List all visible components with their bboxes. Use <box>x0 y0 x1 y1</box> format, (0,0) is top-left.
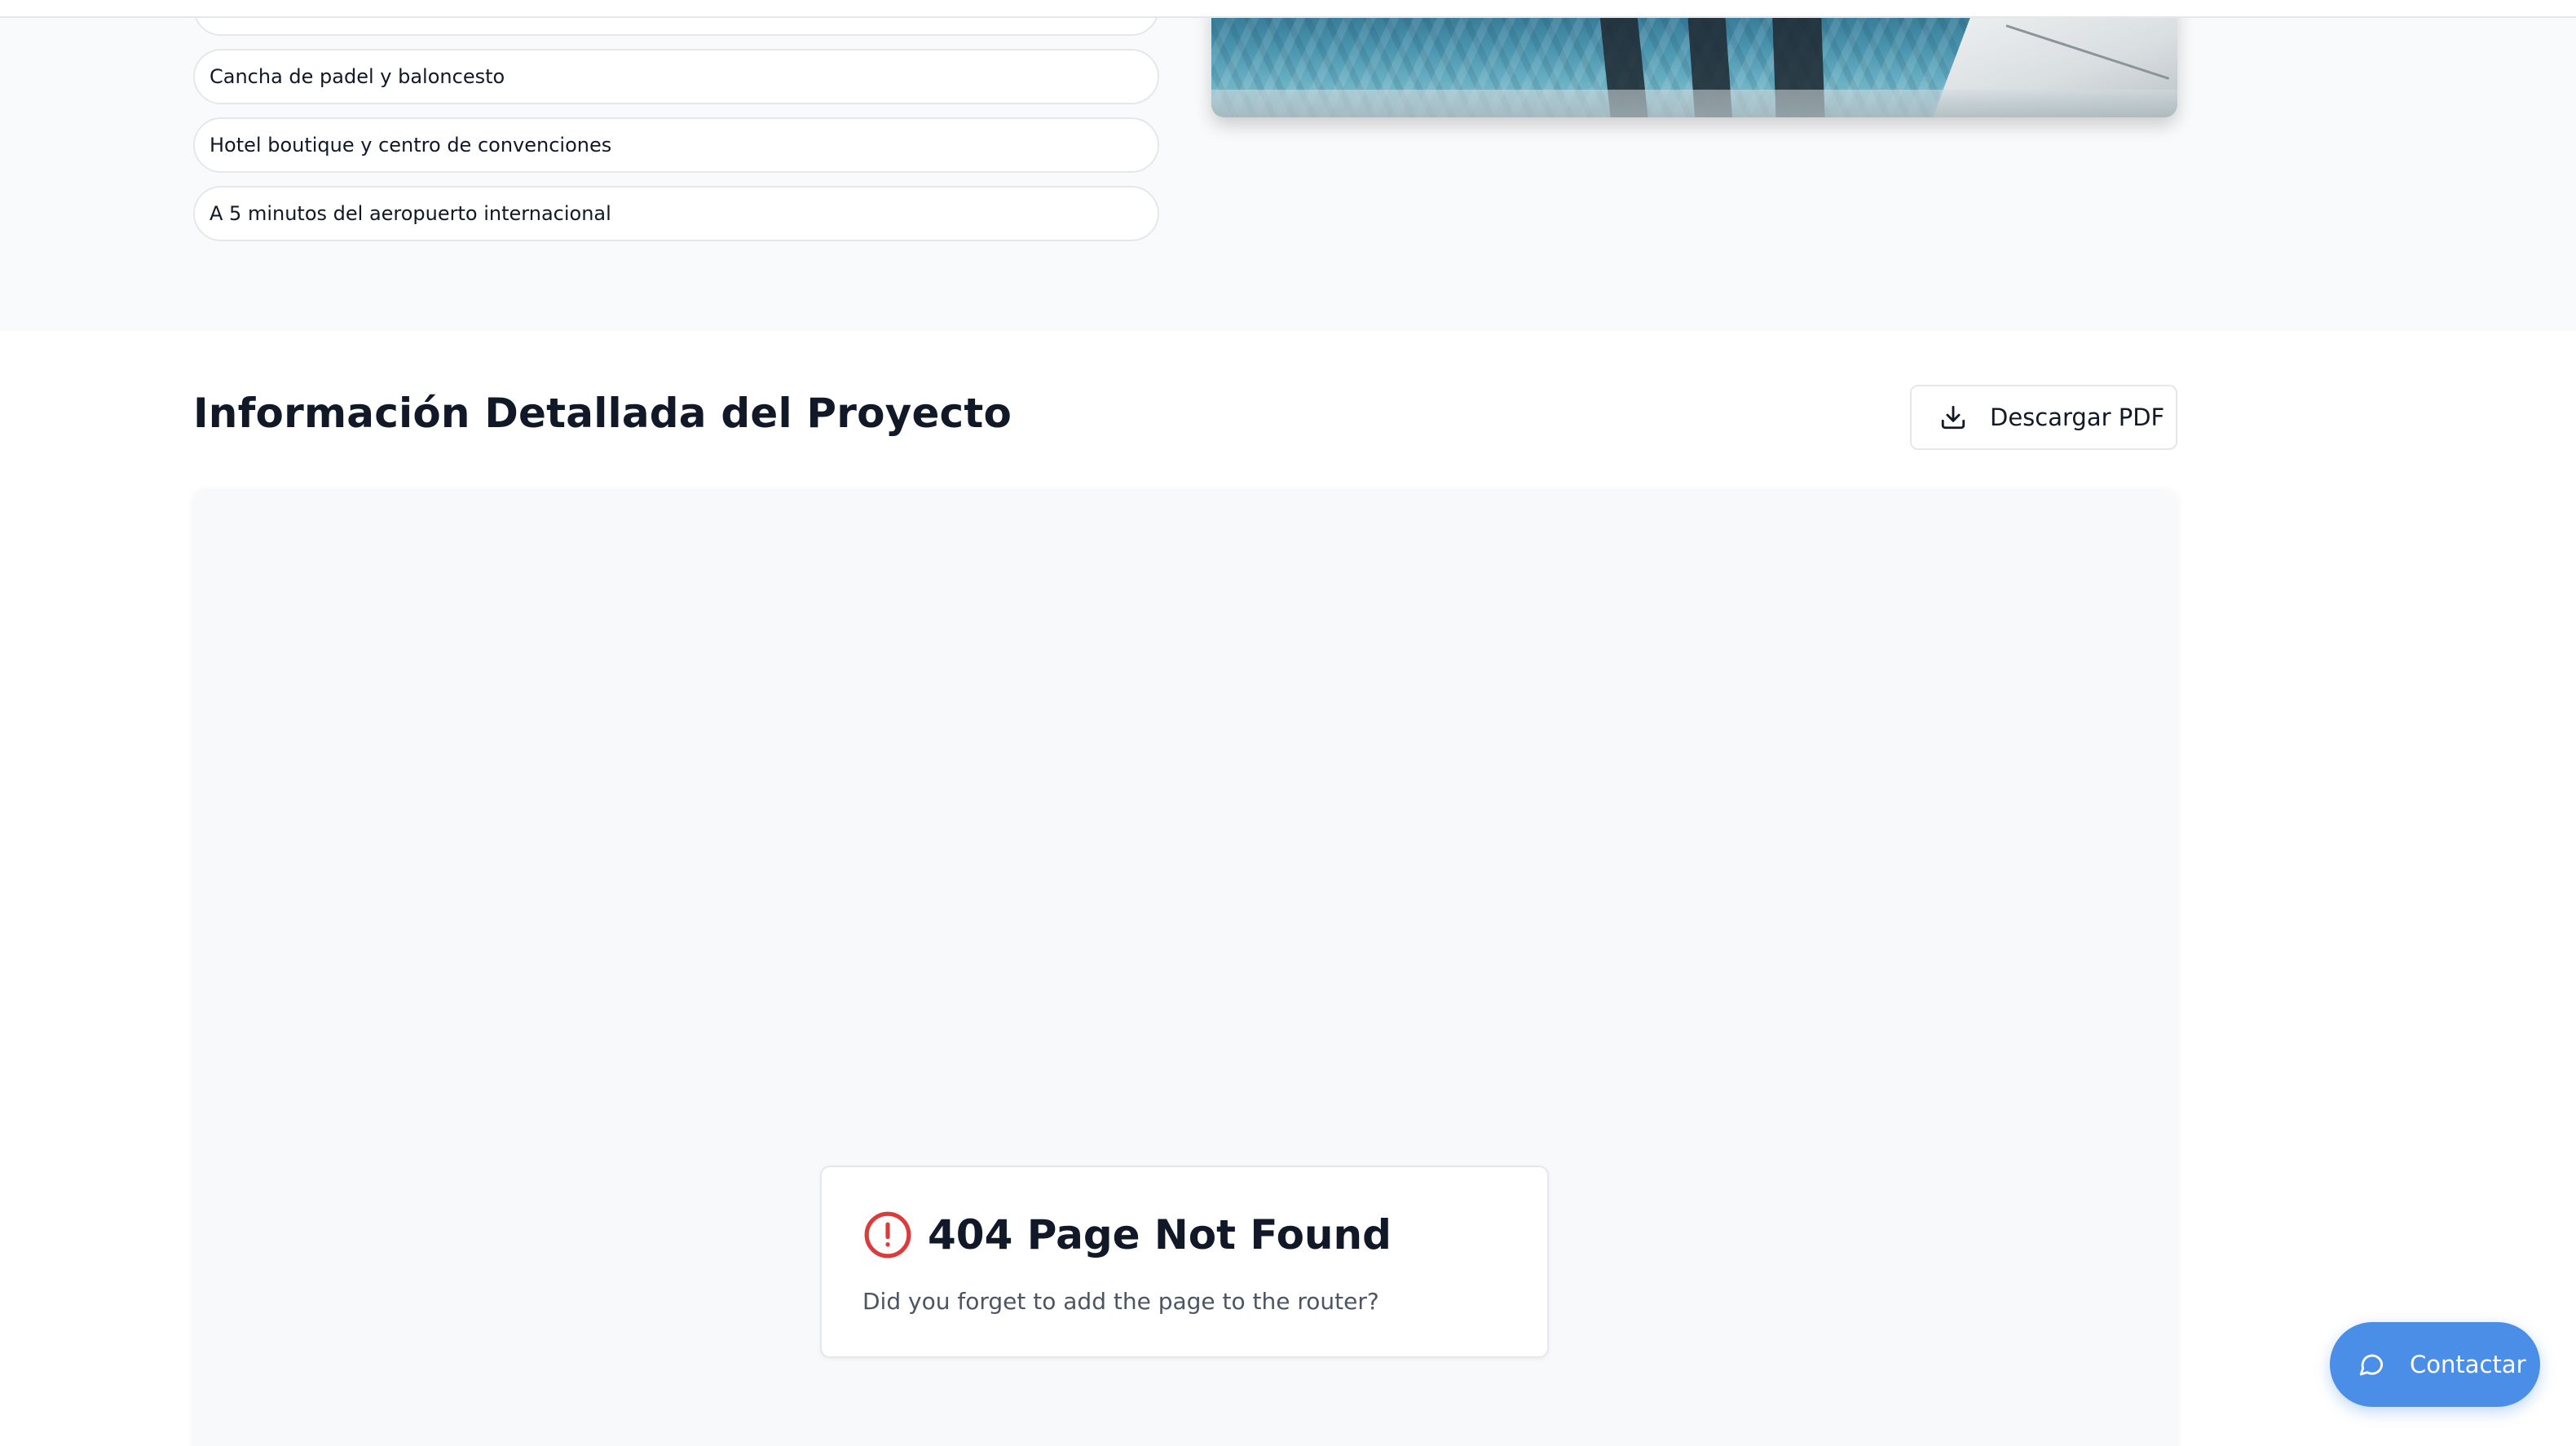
amenity-item-label: Cancha de padel y baloncesto <box>210 65 505 88</box>
page: Cancha de padel y baloncesto Hotel bouti… <box>0 0 2576 1446</box>
download-pdf-label: Descargar PDF <box>1990 403 2165 431</box>
contact-button[interactable]: Contactar <box>2330 1322 2540 1407</box>
amenity-item-label: A 5 minutos del aeropuerto internacional <box>210 202 611 225</box>
amenity-item: A 5 minutos del aeropuerto internacional <box>193 186 1159 241</box>
amenity-item: Cancha de padel y baloncesto <box>193 49 1159 104</box>
top-header-bar <box>0 0 2576 18</box>
download-icon <box>1941 405 1965 430</box>
section-title: Información Detallada del Proyecto <box>193 390 1012 437</box>
contact-label: Contactar <box>2410 1351 2526 1378</box>
amenities-section: Cancha de padel y baloncesto Hotel bouti… <box>0 0 2576 331</box>
not-found-title-row: 404 Page Not Found <box>862 1210 1392 1260</box>
not-found-title: 404 Page Not Found <box>928 1211 1392 1259</box>
pool-deck <box>1211 90 2177 117</box>
amenity-item: Hotel boutique y centro de convenciones <box>193 117 1159 173</box>
not-found-card: 404 Page Not Found Did you forget to add… <box>820 1166 1549 1358</box>
download-pdf-button[interactable]: Descargar PDF <box>1910 385 2177 450</box>
alert-circle-icon <box>864 1211 911 1259</box>
not-found-message: Did you forget to add the page to the ro… <box>862 1288 1379 1315</box>
amenity-item-label: Hotel boutique y centro de convenciones <box>210 134 612 157</box>
message-circle-icon <box>2359 1354 2384 1376</box>
